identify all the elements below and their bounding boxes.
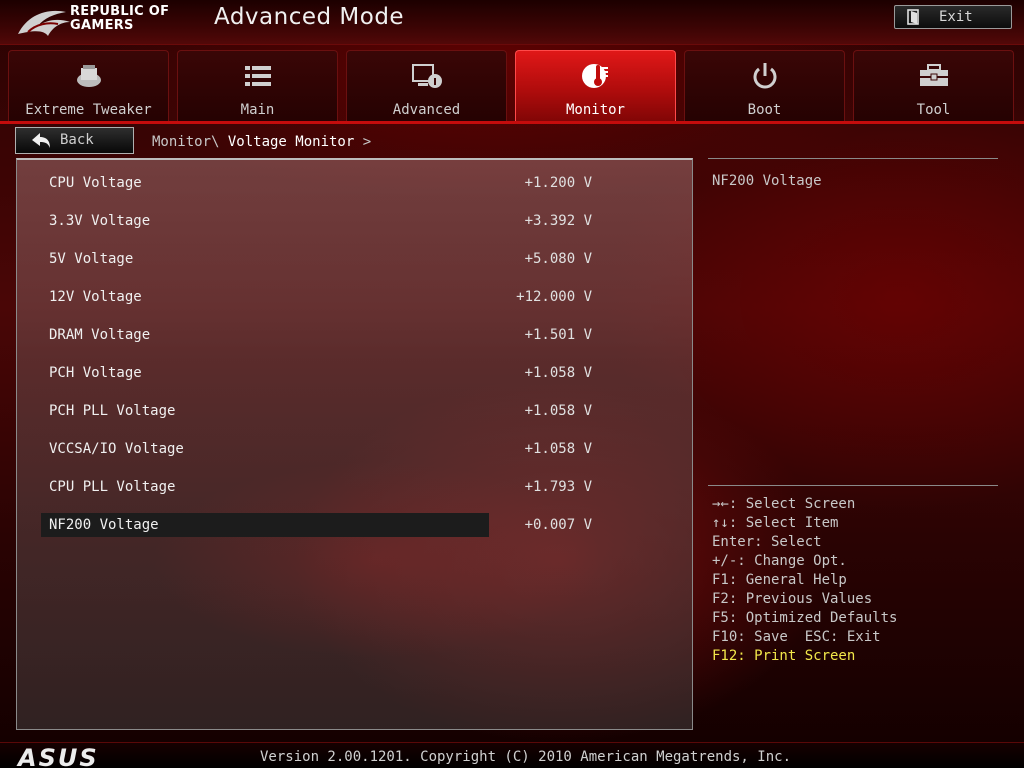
voltage-value: +3.392 V [524, 213, 592, 229]
voltage-name: 12V Voltage [49, 289, 142, 305]
voltage-value: +1.058 V [524, 403, 592, 419]
tab-monitor[interactable]: Monitor [515, 50, 676, 122]
voltage-name: PCH PLL Voltage [49, 403, 176, 419]
tab-label: Boot [747, 102, 782, 118]
brand-line-2: GAMERS [70, 18, 134, 33]
breadcrumb-current: Voltage Monitor [227, 134, 355, 150]
voltage-panel: CPU Voltage +1.200 V 3.3V Voltage +3.392… [16, 158, 693, 730]
key-hint: +/-: Change Opt. [712, 553, 847, 569]
voltage-row-3v3[interactable]: 3.3V Voltage [41, 209, 489, 233]
exit-button[interactable]: Exit [894, 5, 1012, 29]
voltage-name: 3.3V Voltage [49, 213, 151, 229]
voltage-name: PCH Voltage [49, 365, 142, 381]
key-hint: F10: Save ESC: Exit [712, 629, 881, 645]
voltage-row-cpu-pll[interactable]: CPU PLL Voltage [41, 475, 489, 499]
header-bar: REPUBLIC OF GAMERS Advanced Mode Exit [0, 0, 1024, 45]
key-legend: →←: Select Screen ↑↓: Select Item Enter:… [712, 495, 897, 666]
back-button[interactable]: Back [15, 127, 134, 154]
voltage-name: CPU Voltage [49, 175, 142, 191]
voltage-name: CPU PLL Voltage [49, 479, 176, 495]
thermometer-icon [581, 64, 608, 88]
page-title: Advanced Mode [214, 4, 405, 30]
key-hint: F1: General Help [712, 572, 847, 588]
back-label: Back [60, 132, 94, 148]
help-divider-bottom [708, 485, 998, 486]
voltage-value: +1.793 V [524, 479, 592, 495]
voltage-value: +1.058 V [524, 441, 592, 457]
brand-line-1: REPUBLIC OF [70, 4, 170, 19]
advanced-icon [411, 64, 442, 88]
brand-text: REPUBLIC OF GAMERS [70, 5, 169, 33]
toolbox-icon [919, 64, 948, 86]
list-icon [244, 66, 271, 86]
voltage-value: +1.058 V [524, 365, 592, 381]
voltage-row-dram[interactable]: DRAM Voltage [41, 323, 489, 347]
voltage-row-nf200[interactable]: NF200 Voltage [41, 513, 489, 537]
footer-bar: ASUS Version 2.00.1201. Copyright (C) 20… [0, 742, 1024, 768]
version-text: Version 2.00.1201. Copyright (C) 2010 Am… [260, 749, 792, 765]
tab-main[interactable]: Main [177, 50, 338, 122]
key-hint: Enter: Select [712, 534, 822, 550]
help-divider-top [708, 158, 998, 159]
tab-label: Advanced [392, 102, 461, 118]
exit-label: Exit [939, 9, 973, 25]
key-hint: →←: Select Screen [712, 496, 856, 512]
voltage-row-vccsa-io[interactable]: VCCSA/IO Voltage [41, 437, 489, 461]
voltage-row-cpu[interactable]: CPU Voltage [41, 171, 489, 195]
voltage-name: VCCSA/IO Voltage [49, 441, 184, 457]
tab-boot[interactable]: Boot [684, 50, 845, 122]
back-arrow-icon [32, 133, 50, 148]
power-icon [753, 63, 776, 89]
voltage-name: NF200 Voltage [49, 517, 159, 533]
tweaker-icon [76, 65, 101, 87]
voltage-name: DRAM Voltage [49, 327, 151, 343]
tab-label: Main [240, 102, 275, 118]
tab-advanced[interactable]: Advanced [346, 50, 507, 122]
voltage-value: +1.501 V [524, 327, 592, 343]
voltage-name: 5V Voltage [49, 251, 134, 267]
key-hint: F2: Previous Values [712, 591, 873, 607]
breadcrumb: Monitor\ Voltage Monitor > [152, 134, 371, 150]
voltage-value: +0.007 V [524, 517, 592, 533]
voltage-row-5v[interactable]: 5V Voltage [41, 247, 489, 271]
key-hint-print-screen: F12: Print Screen [712, 648, 856, 664]
tab-label: Tool [916, 102, 951, 118]
tab-extreme-tweaker[interactable]: Extreme Tweaker [8, 50, 169, 122]
key-hint: ↑↓: Select Item [712, 515, 839, 531]
breadcrumb-parent[interactable]: Monitor\ [152, 134, 228, 150]
tab-underline [0, 121, 1024, 124]
exit-door-icon [907, 9, 919, 25]
help-item-title: NF200 Voltage [712, 173, 822, 189]
tab-tool[interactable]: Tool [853, 50, 1014, 122]
tab-label: Monitor [565, 102, 625, 118]
voltage-value: +5.080 V [524, 251, 592, 267]
voltage-row-12v[interactable]: 12V Voltage [41, 285, 489, 309]
voltage-value: +1.200 V [524, 175, 592, 191]
breadcrumb-suffix: > [354, 134, 372, 150]
key-hint: F5: Optimized Defaults [712, 610, 898, 626]
voltage-row-pch-pll[interactable]: PCH PLL Voltage [41, 399, 489, 423]
tab-label: Extreme Tweaker [25, 102, 152, 118]
voltage-row-pch[interactable]: PCH Voltage [41, 361, 489, 385]
asus-logo: ASUS [18, 744, 99, 768]
voltage-value: +12.000 V [516, 289, 592, 305]
